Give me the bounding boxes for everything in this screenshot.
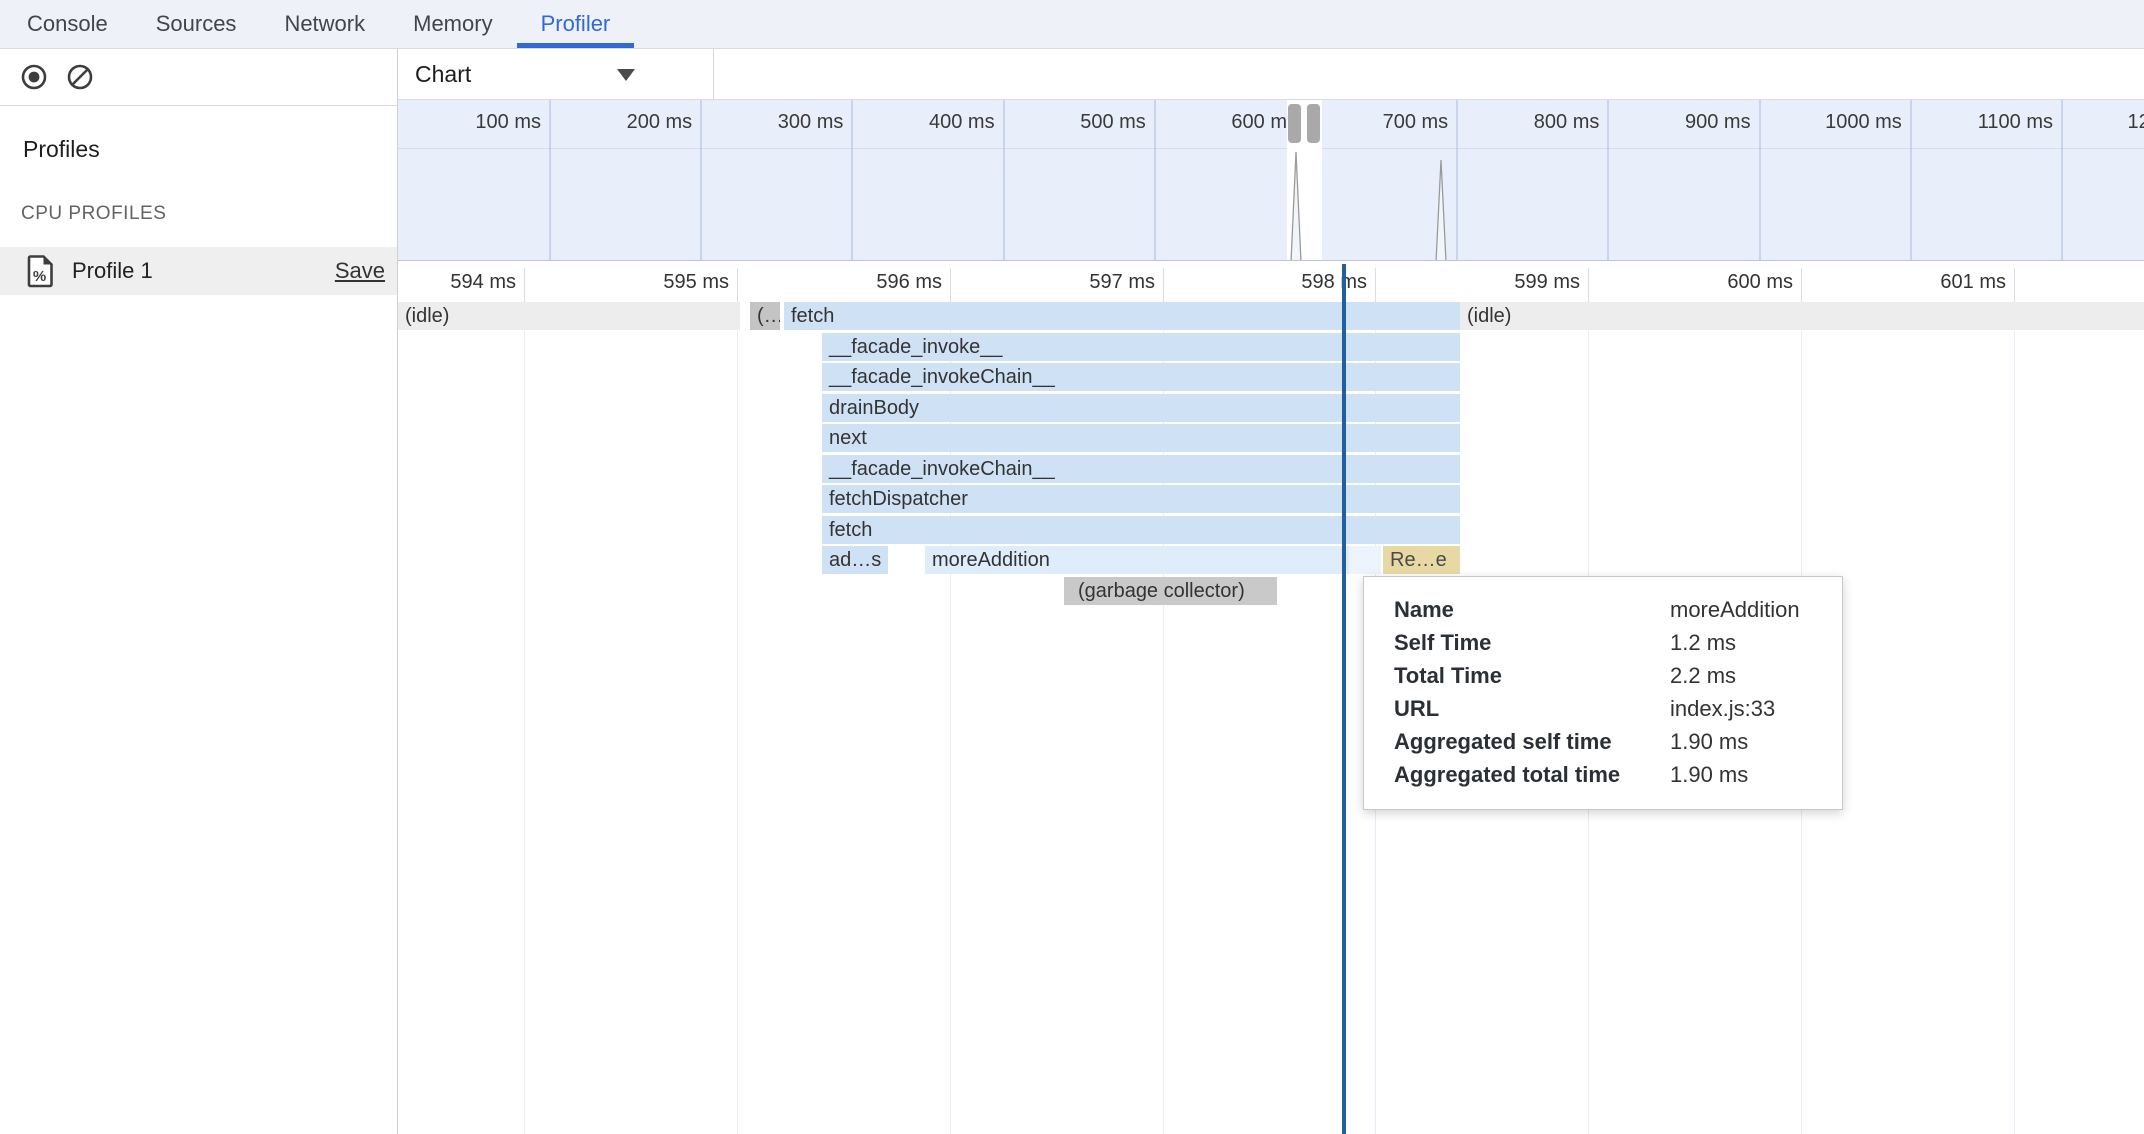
flame-bar-idle[interactable]: (idle) <box>1460 302 2144 330</box>
ruler-tick-label: 594 ms <box>398 271 516 294</box>
tooltip-row: Aggregated self time1.90 ms <box>1394 725 1842 758</box>
tooltip-row: Total Time2.2 ms <box>1394 659 1842 692</box>
record-profile-button[interactable] <box>20 63 48 91</box>
ruler-tick <box>2014 268 2015 302</box>
ruler-tick <box>524 268 525 302</box>
tab-network[interactable]: Network <box>260 0 389 48</box>
view-mode-select[interactable]: Chart <box>398 49 714 100</box>
ruler-tick <box>1163 268 1164 302</box>
slashed-circle-icon <box>66 63 94 91</box>
overview-tick-label: 900 ms <box>1589 111 1751 134</box>
overview-tick-label: 600 ms <box>1135 111 1297 134</box>
tooltip-value: 1.90 ms <box>1670 762 1748 788</box>
ruler-tick <box>1375 268 1376 302</box>
overview-tick-label: 500 ms <box>984 111 1146 134</box>
ruler-tick-label: 597 ms <box>1005 271 1155 294</box>
timeline-overview[interactable]: 100 ms200 ms300 ms400 ms500 ms600 ms700 … <box>398 100 2144 261</box>
gridline <box>737 302 738 1134</box>
profile-document-icon: % <box>27 254 55 288</box>
overview-tick-label: 1100 ms <box>1891 111 2053 134</box>
overview-tick-label: 1200 ms <box>2042 111 2144 134</box>
tooltip-label: Total Time <box>1394 663 1670 689</box>
profile-list-item[interactable]: % Profile 1 Save <box>0 247 397 295</box>
flame-bar-segment[interactable] <box>1349 546 1381 574</box>
frame-details-tooltip: NamemoreAdditionSelf Time1.2 msTotal Tim… <box>1363 576 1843 810</box>
flame-bar-re-e[interactable]: Re…e <box>1383 546 1460 574</box>
overview-tick-label: 1000 ms <box>1740 111 1902 134</box>
ruler-tick <box>1588 268 1589 302</box>
tab-sources[interactable]: Sources <box>132 0 261 48</box>
overview-tick-label: 400 ms <box>833 111 995 134</box>
ruler-tick-label: 596 ms <box>792 271 942 294</box>
selection-handle-right[interactable] <box>1307 104 1320 143</box>
flame-chart-rows: (idle)(…fetch(idle)__facade_invoke____fa… <box>398 302 2144 1134</box>
flame-bar-ad-s[interactable]: ad…s <box>822 546 888 574</box>
tab-console[interactable]: Console <box>3 0 132 48</box>
flame-bar-facade-invokechain[interactable]: __facade_invokeChain__ <box>822 455 1460 483</box>
save-profile-link[interactable]: Save <box>335 258 385 284</box>
tooltip-row: Aggregated total time1.90 ms <box>1394 758 1842 791</box>
tooltip-value: index.js:33 <box>1670 696 1775 722</box>
flame-bar-fetch[interactable]: fetch <box>822 516 1460 544</box>
tooltip-value: moreAddition <box>1670 597 1800 623</box>
tooltip-value: 1.2 ms <box>1670 630 1736 656</box>
flame-bar-facade-invokechain[interactable]: __facade_invokeChain__ <box>822 363 1460 391</box>
gridline <box>2014 302 2015 1134</box>
devtools-tab-bar: ConsoleSourcesNetworkMemoryProfiler <box>0 0 2144 49</box>
tooltip-value: 2.2 ms <box>1670 663 1736 689</box>
ruler-tick-label: 595 ms <box>579 271 729 294</box>
tooltip-label: Aggregated self time <box>1394 729 1670 755</box>
overview-tick-label: 200 ms <box>530 111 692 134</box>
view-mode-value: Chart <box>415 61 471 88</box>
gridline <box>524 302 525 1134</box>
ruler-tick-label: 600 ms <box>1643 271 1793 294</box>
profiles-heading: Profiles <box>23 136 397 163</box>
flame-bar-garbage-collector[interactable]: (garbage collector) <box>1064 577 1277 605</box>
tooltip-label: Name <box>1394 597 1670 623</box>
overview-tick-label: 100 ms <box>398 111 541 134</box>
flame-chart-panel: Chart 100 ms200 ms300 ms400 ms500 ms600 … <box>398 49 2144 1134</box>
svg-text:%: % <box>33 268 46 285</box>
flame-chart-ruler: 594 ms595 ms596 ms597 ms598 ms599 ms600 … <box>398 266 2144 302</box>
flame-bar-drainbody[interactable]: drainBody <box>822 394 1460 422</box>
current-time-playhead <box>1342 264 1346 1134</box>
selection-handle-left[interactable] <box>1288 104 1301 143</box>
flame-bar-facade-invoke[interactable]: __facade_invoke__ <box>822 333 1460 361</box>
flame-bar-idle[interactable]: (idle) <box>398 302 740 330</box>
overview-tick-label: 800 ms <box>1437 111 1599 134</box>
tooltip-row: URLindex.js:33 <box>1394 692 1842 725</box>
clear-profiles-button[interactable] <box>66 63 94 91</box>
cpu-profiles-section-title: CPU PROFILES <box>21 203 397 225</box>
profiles-sidebar: Profiles CPU PROFILES % Profile 1 Save <box>0 49 398 1134</box>
record-icon <box>20 63 48 91</box>
chevron-down-icon <box>617 69 635 81</box>
ruler-tick <box>737 268 738 302</box>
tooltip-label: Aggregated total time <box>1394 762 1670 788</box>
profile-name: Profile 1 <box>72 258 153 284</box>
cpu-activity-spike <box>1290 150 1302 261</box>
tab-memory[interactable]: Memory <box>389 0 516 48</box>
overview-label-edge <box>398 148 2144 149</box>
flame-bar-next[interactable]: next <box>822 424 1460 452</box>
ruler-tick <box>950 268 951 302</box>
web-inspector: ConsoleSourcesNetworkMemoryProfiler Prof… <box>0 0 2144 1134</box>
ruler-tick <box>1801 268 1802 302</box>
tooltip-label: URL <box>1394 696 1670 722</box>
flame-bar-moreaddition[interactable]: moreAddition <box>925 546 1349 574</box>
flame-bar-fetch[interactable]: fetch <box>784 302 1460 330</box>
ruler-tick-label: 601 ms <box>1856 271 2006 294</box>
tooltip-row: Self Time1.2 ms <box>1394 626 1842 659</box>
tooltip-value: 1.90 ms <box>1670 729 1748 755</box>
chart-header: Chart <box>398 49 2144 100</box>
profiler-toolbar <box>0 49 397 106</box>
tab-profiler[interactable]: Profiler <box>517 0 635 48</box>
ruler-tick-label: 599 ms <box>1430 271 1580 294</box>
flame-bar-fetchdispatcher[interactable]: fetchDispatcher <box>822 485 1460 513</box>
tooltip-row: NamemoreAddition <box>1394 593 1842 626</box>
cpu-activity-spike <box>1435 158 1447 261</box>
tooltip-label: Self Time <box>1394 630 1670 656</box>
overview-tick-label: 300 ms <box>681 111 843 134</box>
flame-bar-[interactable]: (… <box>750 302 780 330</box>
